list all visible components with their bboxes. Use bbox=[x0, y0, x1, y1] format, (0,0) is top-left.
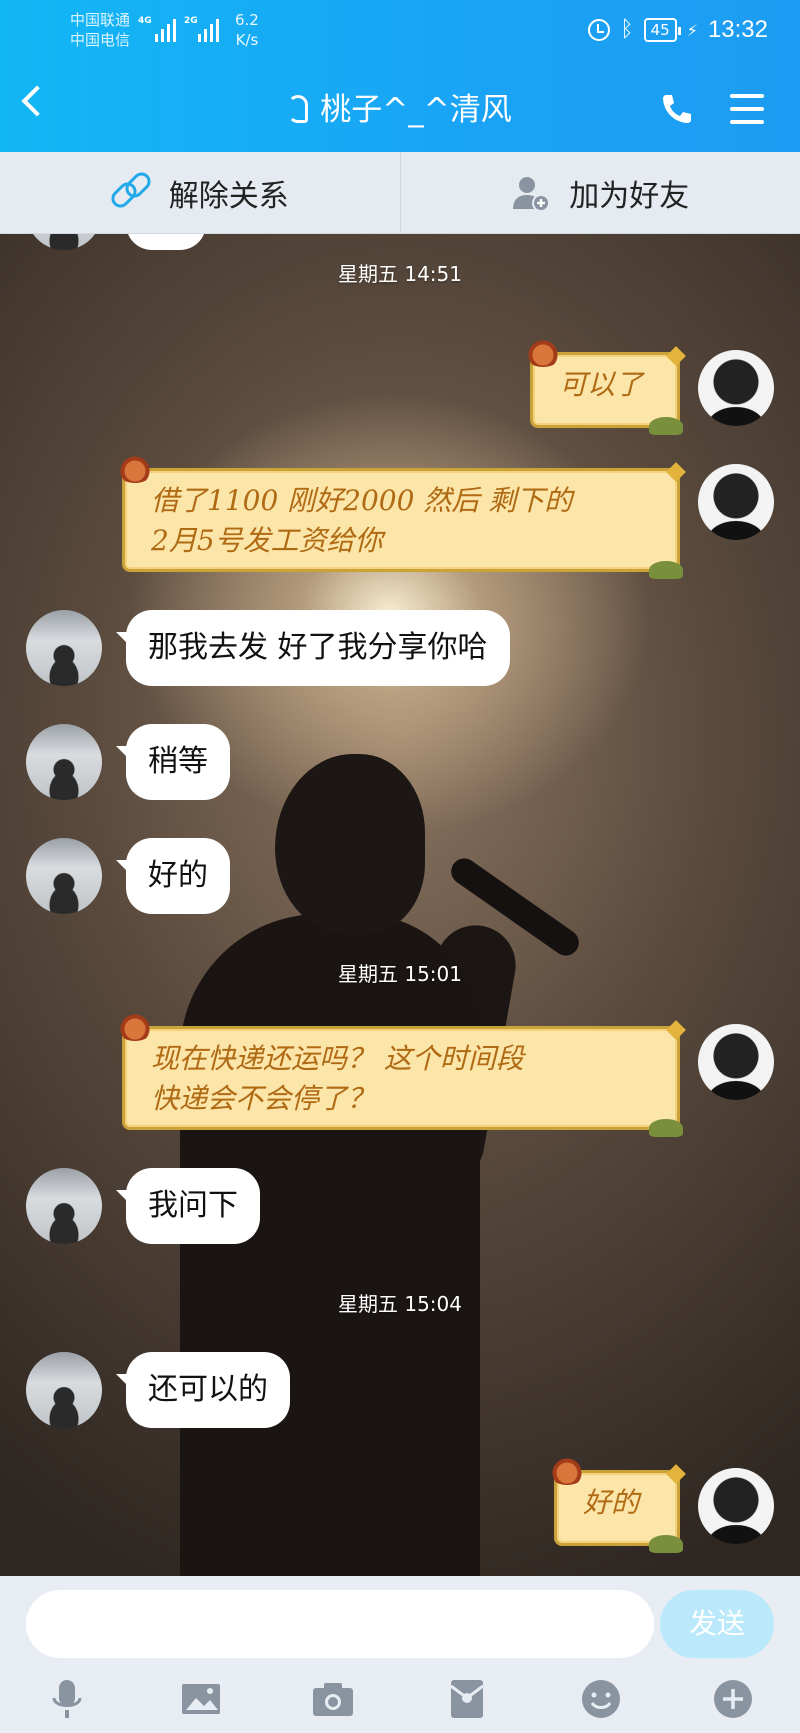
message-text: 那我去发 好了我分享你哈 bbox=[148, 630, 488, 665]
friend-avatar[interactable] bbox=[26, 724, 102, 800]
chat-title-text: 桃子^_^清风 bbox=[320, 92, 512, 128]
status-bar: 中国联通 中国电信 4G 2G 6.2 K/s ᛒ 45 ⚡ 13:32 bbox=[0, 0, 800, 60]
speed-value: 6.2 bbox=[235, 11, 259, 29]
message-text-line: 2月5号发工资给你 bbox=[151, 524, 383, 557]
charging-icon: ⚡ bbox=[686, 20, 698, 40]
add-friend-button[interactable]: 加为好友 bbox=[399, 152, 800, 233]
message-text-line: 现在快递还运吗？ 这个时间段 bbox=[151, 1042, 524, 1075]
network-speed: 6.2 K/s bbox=[235, 10, 259, 50]
alarm-icon bbox=[588, 19, 611, 41]
message-bubble-mine[interactable]: 借了1100 刚好2000 然后 剩下的 2月5号发工资给你 bbox=[115, 453, 686, 579]
message-input[interactable] bbox=[26, 1590, 654, 1658]
battery-level: 45 bbox=[643, 18, 681, 42]
input-toolbar bbox=[0, 1676, 800, 1726]
link-icon bbox=[107, 168, 155, 213]
message-bubble-partial[interactable] bbox=[126, 234, 206, 250]
turtle-icon bbox=[649, 561, 683, 579]
message-bubble-mine[interactable]: 好的 bbox=[547, 1455, 686, 1553]
phone-call-icon[interactable] bbox=[660, 92, 694, 126]
message-bubble-friend[interactable]: 稍等 bbox=[116, 724, 230, 800]
message-text: 稍等 bbox=[148, 744, 208, 779]
my-avatar[interactable] bbox=[698, 1024, 774, 1100]
sticker-corner-icon bbox=[666, 346, 686, 366]
message-text: 好的 bbox=[583, 1486, 640, 1519]
carrier-labels: 中国联通 中国电信 bbox=[70, 10, 130, 50]
relation-action-bar: 解除关系 加为好友 bbox=[0, 152, 800, 234]
message-text: 我问下 bbox=[148, 1188, 238, 1223]
input-bar: 发送 bbox=[0, 1576, 800, 1733]
chat-area[interactable]: 星期五 14:51 可以了 借了1100 刚好2000 然后 剩下的 2月5号发… bbox=[0, 234, 800, 1576]
sticker-deco-icon bbox=[115, 1011, 155, 1041]
timestamp: 星期五 15:04 bbox=[338, 1292, 462, 1316]
my-avatar[interactable] bbox=[698, 464, 774, 540]
sticker-deco-icon bbox=[523, 337, 563, 367]
unlink-button[interactable]: 解除关系 bbox=[0, 152, 400, 233]
turtle-icon bbox=[649, 1119, 683, 1137]
turtle-icon bbox=[649, 417, 683, 435]
add-friend-label: 加为好友 bbox=[569, 178, 690, 214]
microphone-icon[interactable] bbox=[44, 1676, 90, 1722]
friend-avatar[interactable] bbox=[26, 838, 102, 914]
sticker-deco-icon bbox=[547, 1455, 587, 1485]
ear-mode-icon bbox=[288, 95, 309, 123]
background-photo-head bbox=[275, 754, 425, 934]
camera-icon[interactable] bbox=[310, 1676, 356, 1722]
network-type-2: 2G bbox=[184, 16, 198, 26]
background-photo-figure bbox=[180, 914, 480, 1576]
unlink-label: 解除关系 bbox=[168, 178, 289, 214]
bluetooth-icon: ᛒ bbox=[620, 17, 634, 42]
friend-avatar[interactable] bbox=[26, 1352, 102, 1428]
network-type-1: 4G bbox=[138, 16, 152, 26]
send-button[interactable]: 发送 bbox=[660, 1590, 774, 1658]
sticker-deco-icon bbox=[115, 453, 155, 483]
carrier-1: 中国联通 bbox=[70, 11, 131, 29]
message-text-line: 借了1100 刚好2000 然后 剩下的 bbox=[151, 484, 573, 517]
status-right: ᛒ 45 ⚡ 13:32 bbox=[588, 14, 768, 46]
message-bubble-friend[interactable]: 那我去发 好了我分享你哈 bbox=[116, 610, 510, 686]
carrier-2: 中国电信 bbox=[70, 31, 131, 49]
menu-icon[interactable] bbox=[730, 94, 764, 124]
turtle-icon bbox=[649, 1535, 683, 1553]
message-bubble-mine[interactable]: 现在快递还运吗？ 这个时间段 快递会不会停了？ bbox=[115, 1011, 686, 1137]
timestamp: 星期五 14:51 bbox=[338, 262, 462, 286]
speed-unit: K/s bbox=[235, 31, 259, 49]
message-bubble-mine[interactable]: 可以了 bbox=[523, 337, 686, 435]
timestamp: 星期五 15:01 bbox=[338, 962, 462, 986]
sticker-corner-icon bbox=[666, 462, 686, 482]
add-friend-icon bbox=[513, 176, 551, 212]
message-bubble-friend[interactable]: 还可以的 bbox=[116, 1352, 290, 1428]
signal-1-icon bbox=[155, 14, 179, 42]
message-text-line: 快递会不会停了？ bbox=[151, 1082, 376, 1115]
status-time: 13:32 bbox=[707, 16, 768, 43]
sticker-corner-icon bbox=[666, 1020, 686, 1040]
message-bubble-friend[interactable]: 好的 bbox=[116, 838, 230, 914]
message-text: 可以了 bbox=[559, 368, 644, 401]
signal-2-icon bbox=[198, 14, 222, 42]
my-avatar[interactable] bbox=[698, 1468, 774, 1544]
emoji-icon[interactable] bbox=[578, 1676, 624, 1722]
plus-icon[interactable] bbox=[710, 1676, 756, 1722]
friend-avatar[interactable] bbox=[26, 610, 102, 686]
message-bubble-friend[interactable]: 我问下 bbox=[116, 1168, 260, 1244]
top-bar: 中国联通 中国电信 4G 2G 6.2 K/s ᛒ 45 ⚡ 13:32 桃子^… bbox=[0, 0, 800, 152]
sticker-corner-icon bbox=[666, 1464, 686, 1484]
friend-avatar[interactable] bbox=[26, 1168, 102, 1244]
picture-icon[interactable] bbox=[178, 1676, 224, 1722]
friend-avatar[interactable] bbox=[26, 234, 102, 250]
red-packet-icon[interactable] bbox=[444, 1676, 490, 1722]
my-avatar[interactable] bbox=[698, 350, 774, 426]
message-text: 还可以的 bbox=[148, 1372, 268, 1407]
message-text: 好的 bbox=[148, 858, 208, 893]
